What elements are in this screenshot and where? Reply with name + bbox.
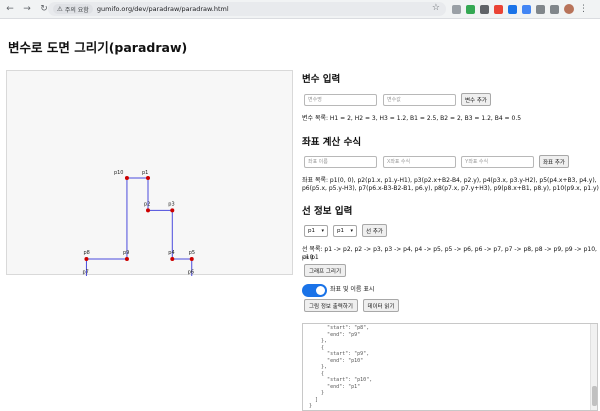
load-data-button[interactable]: 데이터 읽기 — [363, 299, 399, 312]
line-end-select[interactable]: p1 ▾ — [333, 225, 357, 237]
forward-icon[interactable]: → — [20, 2, 34, 16]
drawing-svg: p1 p2 p3 p4 p5 p6 p7 p8 p9 p10 — [82, 170, 195, 276]
point-p9 — [124, 257, 129, 261]
point-p2 — [146, 208, 150, 213]
point-label-p2: p2 — [144, 201, 150, 207]
add-variable-button[interactable]: 변수 추가 — [461, 93, 491, 106]
add-line-button[interactable]: 선 추가 — [362, 224, 387, 237]
warning-icon: ⚠ — [57, 5, 63, 13]
variable-list: 변수 목록: H1 = 2, H2 = 3, H3 = 1.2, B1 = 2.… — [302, 115, 522, 122]
url-text: gumifo.org/dev/paradraw/paradraw.html — [96, 5, 229, 13]
sidepanel-icon[interactable] — [550, 4, 559, 14]
variable-value-input[interactable] — [383, 94, 456, 106]
variables-heading: 변수 입력 — [302, 74, 341, 85]
bookmark-star-icon[interactable]: ☆ — [432, 3, 440, 13]
scrollbar[interactable] — [590, 324, 597, 410]
draw-graph-button[interactable]: 그래프 그리기 — [304, 264, 346, 277]
page-title: 변수로 도면 그리기(paradraw) — [8, 40, 188, 55]
show-labels-toggle[interactable] — [302, 284, 327, 297]
drawing-canvas[interactable]: p1 p2 p3 p4 p5 p6 p7 p8 p9 p10 — [6, 70, 293, 276]
line-start-select[interactable]: p1 ▾ — [304, 225, 328, 237]
toggle-knob — [316, 286, 325, 295]
point-label-p8: p8 — [83, 250, 89, 256]
point-p1 — [146, 176, 150, 180]
coord-name-input[interactable] — [304, 156, 377, 168]
extension-icon[interactable] — [522, 4, 531, 14]
point-label-p3: p3 — [168, 201, 174, 207]
point-label-p1: p1 — [142, 170, 148, 176]
variable-name-input[interactable] — [304, 94, 377, 106]
point-p5 — [189, 257, 194, 261]
coord-list-line1: 좌표 목록: p1(0, 0), p2(p1.x, p1.y-H1), p3(p… — [302, 177, 597, 184]
coord-y-input[interactable] — [461, 156, 534, 168]
scrollbar-thumb[interactable] — [592, 386, 597, 406]
json-output-textarea[interactable]: "start": "p8", "end": "p9" }, { "start":… — [302, 323, 598, 411]
point-p10 — [124, 176, 129, 180]
address-bar[interactable]: ⚠ 주의 요함 gumifo.org/dev/paradraw/paradraw… — [48, 2, 446, 16]
export-drawing-button[interactable]: 그림 정보 출력하기 — [304, 299, 358, 312]
security-chip[interactable]: ⚠ 주의 요함 — [53, 4, 93, 14]
point-label-p9: p9 — [123, 250, 129, 256]
extension-icon[interactable] — [452, 4, 461, 14]
extensions-bar: ⋮ — [452, 4, 588, 14]
line-start-value: p1 — [308, 228, 315, 234]
line-list-line1: 선 목록: p1 -> p2, p2 -> p3, p3 -> p4, p4 -… — [302, 246, 597, 261]
line-end-value: p1 — [337, 228, 344, 234]
point-p3 — [170, 208, 175, 213]
point-label-p10: p10 — [114, 170, 124, 176]
show-labels-label: 좌표 및 이름 표시 — [330, 286, 375, 293]
back-icon[interactable]: ← — [3, 2, 17, 16]
chevron-down-icon: ▾ — [321, 228, 324, 234]
coord-list-line2: p6(p5.x, p5.y-H3), p7(p6.x-B3-B2-B1, p6.… — [302, 185, 599, 192]
security-label: 주의 요함 — [64, 6, 89, 14]
point-label-p6: p6 — [188, 269, 194, 275]
puzzle-icon[interactable] — [536, 4, 545, 14]
menu-dots-icon[interactable]: ⋮ — [579, 4, 588, 14]
coords-heading: 좌표 계산 수식 — [302, 137, 362, 148]
line-list-line2: -> p1 — [302, 254, 319, 261]
chevron-down-icon: ▾ — [350, 228, 353, 234]
json-output-text: "start": "p8", "end": "p9" }, { "start":… — [309, 325, 373, 409]
point-label-p5: p5 — [189, 250, 195, 256]
add-coord-button[interactable]: 좌표 추가 — [539, 155, 569, 168]
coord-x-input[interactable] — [383, 156, 456, 168]
point-p4 — [170, 257, 175, 261]
extension-icon[interactable] — [508, 4, 517, 14]
avatar[interactable] — [564, 4, 574, 14]
extension-icon[interactable] — [466, 4, 475, 14]
extension-icon[interactable] — [494, 4, 503, 14]
browser-toolbar: ← → ↻ ⚠ 주의 요함 gumifo.org/dev/paradraw/pa… — [0, 0, 600, 19]
extension-icon[interactable] — [480, 4, 489, 14]
point-label-p7: p7 — [82, 269, 88, 275]
point-p8 — [84, 257, 89, 261]
point-label-p4: p4 — [168, 250, 174, 256]
lines-heading: 선 정보 입력 — [302, 206, 353, 217]
